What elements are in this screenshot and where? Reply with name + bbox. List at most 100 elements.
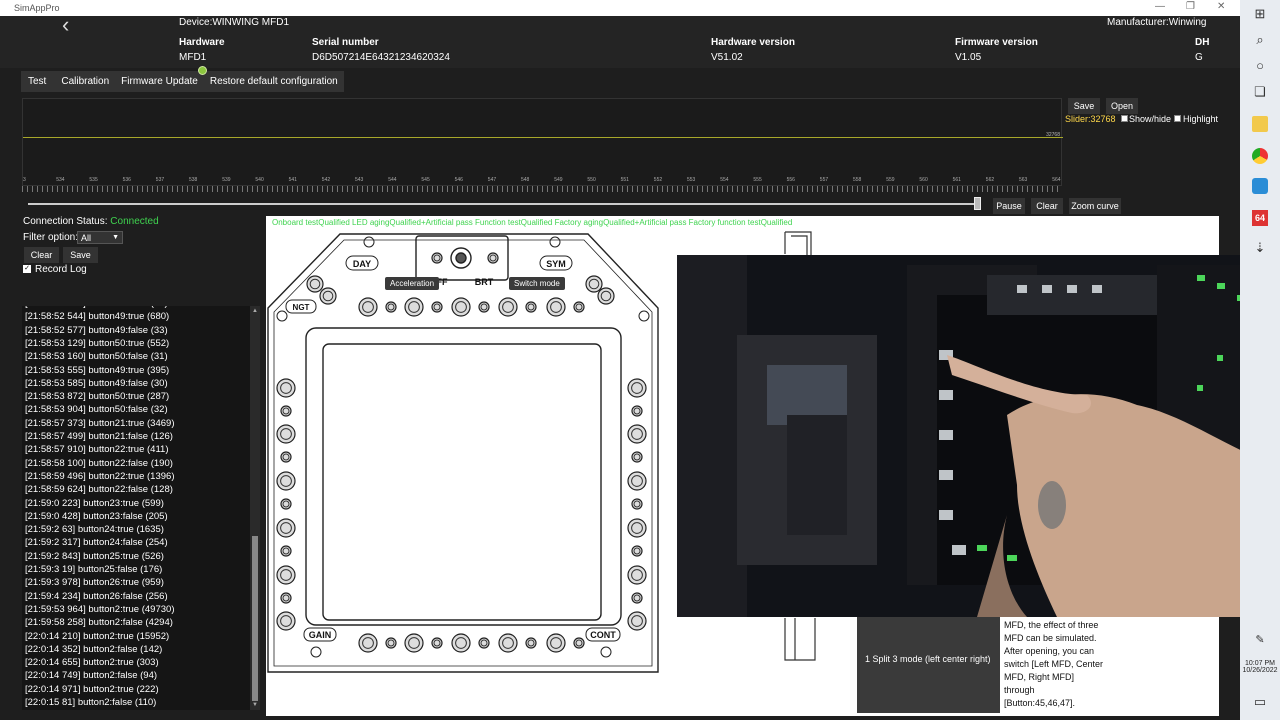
back-arrow-icon[interactable]: ‹ — [62, 12, 69, 38]
osb-bottom-2[interactable] — [404, 633, 424, 653]
tab-calibration[interactable]: Calibration — [55, 71, 115, 92]
graph-slider-thumb[interactable] — [974, 197, 981, 210]
tab-restore-default[interactable]: Restore default configuration — [204, 71, 344, 92]
graph-tick-label: 541 — [288, 177, 297, 183]
osb-right-1[interactable] — [627, 378, 647, 398]
clear-graph-button[interactable]: Clear — [1031, 198, 1063, 214]
log-entry: [21:58:57 499] button21:false (126) — [25, 431, 173, 442]
graph-tick-label: 562 — [985, 177, 995, 183]
osb-bottom-4[interactable] — [498, 633, 518, 653]
file-explorer-icon[interactable] — [1252, 116, 1268, 132]
windows-start-icon[interactable]: ⊞ — [1252, 6, 1268, 22]
graph-tick-label: 555 — [753, 177, 762, 183]
description-line: through — [1004, 685, 1035, 695]
task-view-icon[interactable]: ❏ — [1252, 84, 1268, 100]
osb-top-2[interactable] — [404, 297, 424, 317]
osb-left-4[interactable] — [276, 518, 296, 538]
val-serial: D6D507214E64321234620324 — [312, 52, 450, 63]
scroll-up-icon[interactable]: ▲ — [252, 308, 258, 314]
pause-button[interactable]: Pause — [993, 198, 1025, 214]
log-scroll-thumb[interactable] — [252, 536, 258, 701]
graph-tick-label: 554 — [720, 177, 729, 183]
signal-line — [23, 137, 1063, 138]
cont-rocker-up[interactable] — [627, 611, 647, 631]
log-entry: [21:59:2 317] button24:false (254) — [25, 537, 168, 549]
log-entry: [21:59:4 234] button26:false (256) — [25, 590, 168, 602]
graph-tick-label: 546 — [454, 177, 463, 183]
screw-icon — [600, 646, 612, 658]
filter-label: Filter option: — [23, 232, 79, 243]
show-hide-label: Show/hide — [1129, 114, 1172, 124]
badge-64-icon[interactable]: 64 — [1252, 210, 1268, 226]
osb-left-5[interactable] — [276, 565, 296, 585]
graph-tick-label: 543 — [355, 177, 364, 183]
osb-right-5[interactable] — [627, 565, 647, 585]
log-entry: [21:58:59 496] button22:true (1396) — [25, 470, 175, 482]
restore-icon[interactable]: ❐ — [1186, 1, 1195, 12]
graph-ruler — [22, 186, 1062, 192]
log-entry: [22:0:14 971] button2:true (222) — [25, 683, 159, 695]
osb-bottom-1[interactable] — [358, 633, 378, 653]
osb-left-1[interactable] — [276, 378, 296, 398]
tab-test[interactable]: Test — [21, 71, 55, 92]
osb-right-3[interactable] — [627, 471, 647, 491]
minimize-icon[interactable]: — — [1155, 1, 1165, 12]
osb-top-1[interactable] — [358, 297, 378, 317]
notifications-icon[interactable]: ▭ — [1252, 694, 1268, 710]
graph-tick-label: 560 — [919, 177, 928, 183]
clear-log-button[interactable]: Clear — [24, 247, 59, 263]
pen-icon[interactable]: ✎ — [1252, 632, 1268, 648]
open-curve-button[interactable]: Open — [1106, 98, 1138, 114]
scroll-down-icon[interactable]: ▼ — [252, 702, 258, 708]
log-entry: [22:0:14 210] button2:true (15952) — [25, 630, 170, 642]
save-curve-button[interactable]: Save — [1068, 98, 1100, 114]
screw-icon — [638, 310, 650, 322]
log-entry: [21:59:0 223] button23:true (599) — [25, 497, 164, 509]
osb-right-2[interactable] — [627, 424, 647, 444]
graph-tick-label: 549 — [554, 177, 563, 183]
screw-icon — [363, 236, 375, 248]
mfd-diagram: DAY SYM NGT FF BRT GAIN CONT — [267, 233, 659, 673]
osb-right-4[interactable] — [627, 518, 647, 538]
tab-firmware-update[interactable]: Firmware Update — [115, 71, 204, 92]
arrow-down-icon[interactable]: ⇣ — [1252, 240, 1268, 256]
event-log[interactable]: [21:58:54 555] button48:false (32) [21:58… — [22, 306, 260, 710]
window-titlebar: SimAppPro — ❐ ✕ — [0, 0, 1240, 16]
graph-tick-label: 561 — [952, 177, 961, 183]
clock-time: 10:07 PM — [1245, 660, 1275, 667]
log-scrollbar[interactable]: ▲ ▼ — [250, 306, 260, 710]
col-hw-version: Hardware version — [711, 37, 795, 48]
log-entry: [22:0:14 655] button2:true (303) — [25, 657, 159, 669]
connection-status: Connection Status: Connected — [23, 216, 159, 227]
save-log-button[interactable]: Save — [63, 247, 98, 263]
chrome-icon[interactable] — [1252, 148, 1268, 164]
osb-bottom-3[interactable] — [451, 633, 471, 653]
osb-top-4[interactable] — [498, 297, 518, 317]
day-ngt-rocker-2[interactable] — [319, 287, 337, 305]
log-entry: [21:58:53 872] button50:true (287) — [25, 391, 170, 403]
osb-top-5[interactable] — [546, 297, 566, 317]
close-icon[interactable]: ✕ — [1217, 1, 1225, 12]
sym-rocker-1[interactable] — [585, 275, 603, 293]
record-log-checkbox[interactable]: ✓ — [23, 265, 31, 273]
day-ngt-rocker-1[interactable] — [306, 275, 324, 293]
sym-rocker-2[interactable] — [597, 287, 615, 305]
taskbar-clock[interactable]: 10:07 PM 10/26/2022 — [1240, 660, 1280, 674]
gain-rocker-up[interactable] — [276, 611, 296, 631]
osb-left-3[interactable] — [276, 471, 296, 491]
log-entry: [21:58:52 577] button49:false (33) — [25, 324, 168, 336]
show-hide-checkbox[interactable] — [1121, 115, 1128, 122]
zoom-curve-button[interactable]: Zoom curve — [1069, 198, 1121, 214]
filter-select[interactable]: All ▼ — [77, 231, 123, 244]
search-icon[interactable]: ⌕ — [1252, 32, 1268, 48]
osb-top-3[interactable] — [451, 297, 471, 317]
description-line: MFD, Right MFD] — [1004, 672, 1075, 682]
osb-left-2[interactable] — [276, 424, 296, 444]
graph-tick-label: 539 — [222, 177, 231, 183]
osb-bottom-5[interactable] — [546, 633, 566, 653]
highlight-checkbox[interactable] — [1174, 115, 1181, 122]
app-icon[interactable] — [1252, 178, 1268, 194]
cortana-icon[interactable]: ○ — [1252, 58, 1268, 74]
log-entry: [21:59:2 843] button25:true (526) — [25, 550, 164, 562]
graph-slider-track[interactable] — [28, 203, 980, 205]
